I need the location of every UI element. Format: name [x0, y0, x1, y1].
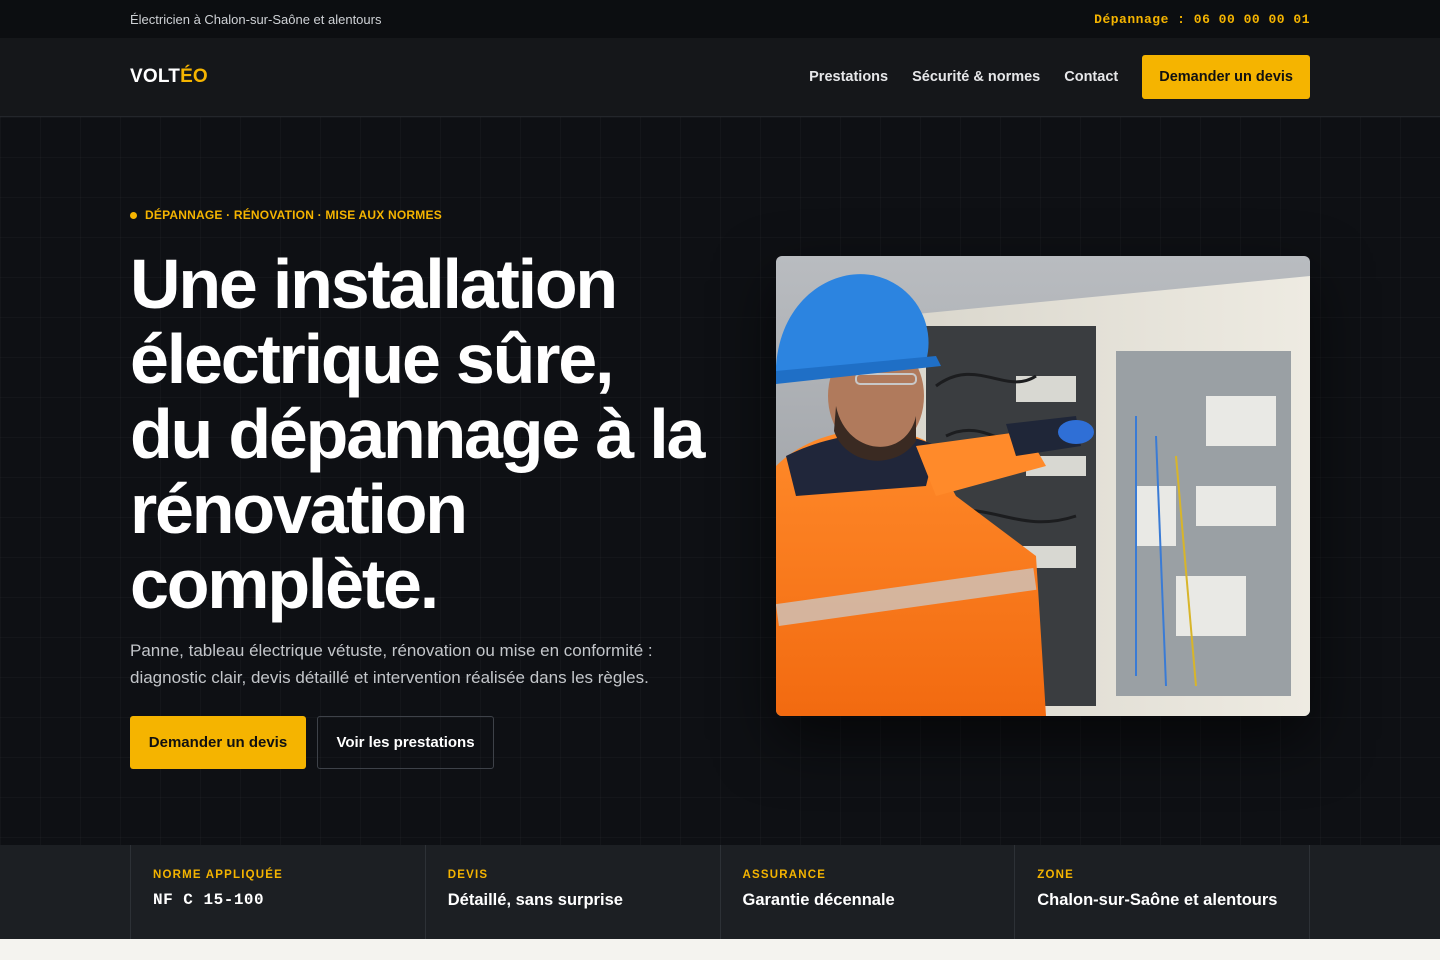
emergency-phone-link[interactable]: Dépannage : 06 00 00 00 01 — [1094, 12, 1310, 27]
hero-section: DÉPANNAGE · RÉNOVATION · MISE AUX NORMES… — [0, 117, 1440, 845]
top-bar: Électricien à Chalon-sur-Saône et alento… — [0, 0, 1440, 38]
fact-label: ASSURANCE — [742, 869, 827, 881]
hero-quote-button[interactable]: Demander un devis — [130, 716, 306, 769]
fact-value: NF C 15-100 — [153, 891, 265, 909]
nav-link-prestations[interactable]: Prestations — [809, 69, 888, 85]
fact-label: NORME APPLIQUÉE — [153, 869, 284, 881]
fact-value: Détaillé, sans surprise — [447, 891, 623, 909]
fact-value: Chalon-sur-Saône et alentours — [1037, 891, 1278, 909]
next-section-edge — [0, 939, 1440, 960]
nav-quote-button[interactable]: Demander un devis — [1142, 55, 1310, 99]
fact-zone: ZONE Chalon-sur-Saône et alentours — [1015, 845, 1310, 939]
nav-link-contact[interactable]: Contact — [1064, 69, 1118, 85]
fact-devis: DEVIS Détaillé, sans surprise — [426, 845, 721, 939]
logo-part-volt: VOLT — [130, 66, 181, 87]
hero-eyebrow-text: DÉPANNAGE · RÉNOVATION · MISE AUX NORMES — [145, 208, 442, 222]
electrician-illustration — [776, 256, 1310, 716]
key-facts-band: NORME APPLIQUÉE NF C 15-100 DEVIS Détail… — [0, 845, 1440, 939]
fact-label: DEVIS — [447, 869, 489, 881]
bullet-dot-icon — [130, 211, 137, 219]
fact-label: ZONE — [1037, 869, 1074, 881]
nav-links: Prestations Sécurité & normes Contact De… — [809, 55, 1310, 99]
hero-eyebrow: DÉPANNAGE · RÉNOVATION · MISE AUX NORMES — [130, 208, 442, 222]
fact-value: Garantie décennale — [742, 891, 895, 909]
electrician-photo — [776, 256, 1310, 716]
fact-assurance: ASSURANCE Garantie décennale — [721, 845, 1016, 939]
main-nav: VOLTÉO Prestations Sécurité & normes Con… — [0, 38, 1440, 117]
hero-title: Une installation électrique sûre, du dép… — [130, 245, 705, 623]
logo-part-eo: ÉO — [180, 66, 208, 87]
key-facts-list: NORME APPLIQUÉE NF C 15-100 DEVIS Détail… — [130, 845, 1310, 939]
hero-description: Panne, tableau électrique vétuste, rénov… — [130, 641, 653, 687]
site-logo[interactable]: VOLTÉO — [130, 66, 208, 88]
topbar-tagline: Électricien à Chalon-sur-Saône et alento… — [130, 11, 382, 27]
fact-norme: NORME APPLIQUÉE NF C 15-100 — [131, 845, 426, 939]
nav-link-securite-normes[interactable]: Sécurité & normes — [912, 69, 1040, 85]
hero-services-button[interactable]: Voir les prestations — [317, 716, 494, 769]
